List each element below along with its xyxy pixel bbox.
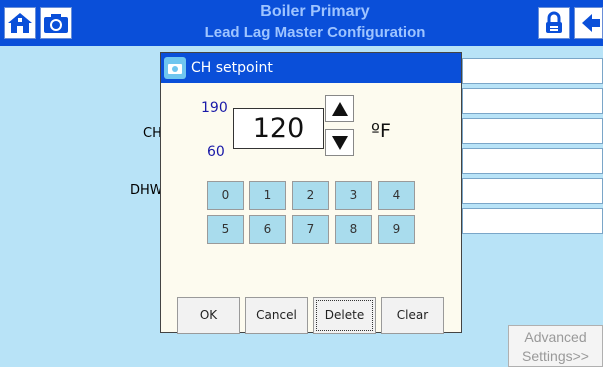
clear-button[interactable]: Clear xyxy=(381,297,444,334)
key-2[interactable]: 2 xyxy=(292,181,329,210)
delete-button[interactable]: Delete xyxy=(313,297,376,334)
increment-button[interactable] xyxy=(325,95,354,122)
dialog-title-bar: CH setpoint xyxy=(161,53,461,83)
setting-field[interactable] xyxy=(462,118,603,144)
setpoint-value-field[interactable]: 120 xyxy=(233,108,324,149)
unit-label: ºF xyxy=(371,120,391,142)
setpoint-dialog: CH setpoint 190 60 120 ºF 0 1 2 3 4 5 6 … xyxy=(160,52,462,334)
dhw-label: DHW xyxy=(130,183,163,198)
home-icon xyxy=(8,13,32,33)
max-value: 190 xyxy=(201,100,228,116)
lock-button[interactable] xyxy=(538,7,570,39)
key-9[interactable]: 9 xyxy=(378,215,415,244)
setting-field[interactable] xyxy=(462,178,603,204)
key-5[interactable]: 5 xyxy=(207,215,244,244)
back-button[interactable] xyxy=(574,7,603,39)
arrow-down-icon xyxy=(331,135,348,150)
setting-field[interactable] xyxy=(462,88,603,114)
home-button[interactable] xyxy=(4,7,36,39)
setting-field[interactable] xyxy=(462,58,603,84)
cancel-button[interactable]: Cancel xyxy=(245,297,308,334)
top-bar: Boiler Primary Lead Lag Master Configura… xyxy=(0,0,603,46)
back-arrow-icon xyxy=(581,14,600,32)
lock-icon xyxy=(546,11,562,33)
camera-icon xyxy=(44,14,68,33)
setting-field[interactable] xyxy=(462,148,603,174)
key-7[interactable]: 7 xyxy=(292,215,329,244)
setting-field[interactable] xyxy=(462,208,603,234)
key-8[interactable]: 8 xyxy=(335,215,372,244)
camera-button[interactable] xyxy=(40,7,72,39)
key-3[interactable]: 3 xyxy=(335,181,372,210)
ok-button[interactable]: OK xyxy=(177,297,240,334)
advanced-settings-button[interactable]: Advanced Settings>> xyxy=(508,325,603,367)
advanced-label: Advanced xyxy=(524,329,587,345)
decrement-button[interactable] xyxy=(325,129,354,156)
key-4[interactable]: 4 xyxy=(378,181,415,210)
page-title: Boiler Primary xyxy=(260,3,370,20)
key-6[interactable]: 6 xyxy=(249,215,286,244)
camera-icon xyxy=(164,57,186,79)
dialog-title: CH setpoint xyxy=(191,60,273,76)
settings-label: Settings>> xyxy=(522,348,589,364)
min-value: 60 xyxy=(207,144,225,160)
key-0[interactable]: 0 xyxy=(207,181,244,210)
page-subtitle: Lead Lag Master Configuration xyxy=(204,24,426,41)
arrow-up-icon xyxy=(331,101,348,116)
key-1[interactable]: 1 xyxy=(249,181,286,210)
